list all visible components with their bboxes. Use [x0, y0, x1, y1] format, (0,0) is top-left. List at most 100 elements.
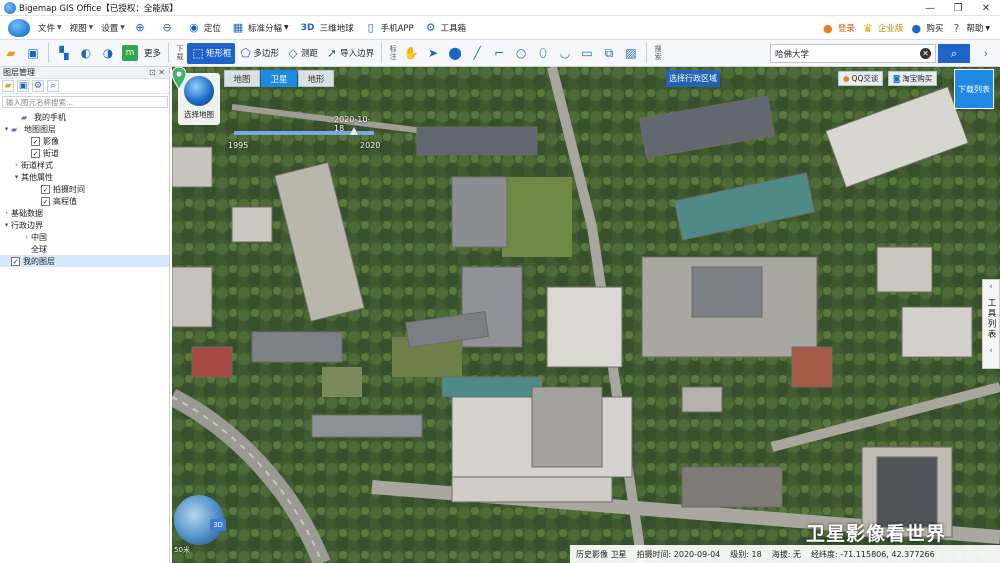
chevron-down-icon: ▼	[985, 24, 990, 32]
save-button[interactable]: ▣	[22, 43, 44, 64]
marker-tool[interactable]: ⬤	[444, 43, 466, 64]
folder-add-icon[interactable]: ▰	[2, 80, 14, 92]
mark-group-label: 标注	[389, 45, 397, 61]
standard-sheet-button[interactable]: ▦ 标准分幅 ▼	[231, 21, 289, 35]
layer-tree-item[interactable]: ▾ ▰ 地图图层	[0, 123, 169, 135]
search-input[interactable]: 哈佛大学 ✕	[770, 44, 936, 63]
map-pin-icon[interactable]	[172, 67, 186, 89]
toolbox-button[interactable]: ⚙ 工具箱	[424, 21, 466, 35]
history-timeline: 2020-10-18 1995 2020	[226, 111, 380, 155]
layer-tree-item[interactable]: ✓ 拍摄时间	[0, 183, 169, 195]
image-tool[interactable]: ▨	[620, 43, 642, 64]
chevron-left-icon[interactable]: ‹	[989, 346, 993, 356]
close-button[interactable]: ✕	[972, 0, 1000, 16]
tab-map[interactable]: 地图	[224, 70, 260, 87]
circle-tool[interactable]: ○	[510, 43, 532, 64]
layer-search-input[interactable]: 输入图元名称搜索...	[2, 96, 168, 108]
settings-icon[interactable]: ⚙	[32, 80, 44, 92]
open-button[interactable]: ▰	[0, 43, 22, 64]
layer-checkbox[interactable]: ✓	[31, 148, 40, 158]
menu-file[interactable]: 文件 ▼	[38, 22, 62, 34]
layer-checkbox[interactable]: ✓	[31, 136, 40, 146]
zoom-out-button[interactable]: ⊖	[160, 21, 177, 35]
layer-tree-item[interactable]: ✓ 街道	[0, 147, 169, 159]
download-list-button[interactable]: 下载列表	[954, 69, 994, 109]
toolbar-overflow-button[interactable]: ›	[976, 44, 996, 63]
tool-list-panel[interactable]: ‹ 工具列表 ‹	[982, 279, 1000, 369]
timeline-slider-handle[interactable]	[350, 127, 359, 135]
layer-tree-item[interactable]: ▾ 其他属性	[0, 171, 169, 183]
search-button[interactable]: ⌕	[938, 44, 970, 63]
layer-tool-1[interactable]: ▚	[53, 43, 75, 64]
chevron-down-icon[interactable]: ▾	[2, 125, 11, 133]
layer-tree-item[interactable]: › 中国	[0, 231, 169, 243]
taobao-buy-button[interactable]: ◙ 淘宝购买	[888, 71, 938, 86]
pointer-tool[interactable]: ➤	[422, 43, 444, 64]
tag-tool[interactable]: ⧉	[598, 43, 620, 64]
chevron-right-icon[interactable]: ›	[12, 161, 21, 169]
folder-icon: ▰	[11, 124, 18, 134]
help-icon: ?	[953, 21, 960, 35]
chevron-left-icon[interactable]: ‹	[989, 282, 993, 292]
panel-controls[interactable]: ⊡ ✕	[149, 68, 165, 77]
clear-search-icon[interactable]: ✕	[920, 48, 931, 59]
layer-tree-item[interactable]: ▰ 我的手机	[0, 111, 169, 123]
toolbar-divider	[381, 43, 383, 63]
rectangle-select-button[interactable]: ⬚ 矩形框	[187, 42, 235, 64]
layer-checkbox[interactable]: ✓	[41, 196, 50, 206]
layer-checkbox[interactable]: ✓	[41, 184, 50, 194]
maximize-button[interactable]: ❐	[944, 0, 972, 16]
qq-chat-button[interactable]: ● QQ交谈	[838, 71, 884, 86]
layer-tree-item[interactable]: › 基础数据	[0, 207, 169, 219]
enterprise-button[interactable]: ♛ 企业版	[861, 21, 903, 35]
layer-tree-item[interactable]: › 街道样式	[0, 159, 169, 171]
tab-satellite[interactable]: 卫星	[261, 70, 297, 87]
crown-icon: ♛	[862, 21, 873, 35]
layer-tool-3[interactable]: ◑	[97, 43, 119, 64]
ellipse-tool[interactable]: ⬯	[532, 43, 554, 64]
pan-tool[interactable]: ✋	[400, 43, 422, 64]
menu-view[interactable]: 视图 ▼	[70, 22, 94, 34]
save-icon[interactable]: ▣	[17, 80, 29, 92]
polygon-button[interactable]: ⬠ 多边形	[235, 43, 283, 64]
app-logo-icon	[4, 1, 16, 14]
help-button[interactable]: ? 帮助 ▼	[949, 21, 990, 35]
search-icon[interactable]: ⌕	[47, 80, 59, 92]
curve-tool[interactable]: ◡	[554, 43, 576, 64]
measure-distance-button[interactable]: ◇ 测距	[282, 43, 321, 64]
layer-tool-2[interactable]: ◐	[75, 43, 97, 64]
layer-tree-item[interactable]: ✓ 影像	[0, 135, 169, 147]
layer-panel-tools: ▰ ▣ ⚙ ⌕	[0, 79, 169, 94]
3d-toggle-button[interactable]: 3D	[210, 519, 226, 531]
layer-tree-item[interactable]: ▾ 行政边界	[0, 219, 169, 231]
line-tool[interactable]: ╱	[466, 43, 488, 64]
pointer-icon: ➤	[428, 46, 439, 60]
layer-tree-item[interactable]: ✓ 我的图层	[0, 255, 169, 267]
layer-tree-item[interactable]: 全球	[0, 243, 169, 255]
scale-bar: 50米	[174, 546, 190, 554]
minimize-button[interactable]: —	[916, 0, 944, 16]
import-boundary-button[interactable]: ➚ 导入边界	[321, 43, 377, 64]
rect-tool[interactable]: ▭	[576, 43, 598, 64]
chevron-right-icon[interactable]: ›	[22, 233, 31, 241]
layer-tool-4[interactable]: m	[119, 43, 141, 64]
polyline-tool[interactable]: ⌐	[488, 43, 510, 64]
3d-earth-button[interactable]: 3D 三维地球	[299, 21, 354, 35]
layer-tree-item[interactable]: ✓ 高程值	[0, 195, 169, 207]
chevron-down-icon[interactable]: ▾	[2, 221, 11, 229]
chevron-down-icon[interactable]: ▾	[12, 173, 21, 181]
zoom-in-button[interactable]: ⊕	[133, 21, 150, 35]
locate-button[interactable]: ◉ 定位	[187, 21, 221, 35]
tab-terrain[interactable]: 地形	[298, 70, 334, 87]
menu-settings[interactable]: 设置 ▼	[101, 22, 125, 34]
login-button[interactable]: ● 登录	[821, 21, 855, 35]
layer-checkbox[interactable]: ✓	[11, 256, 20, 266]
select-region-button[interactable]: 选择行政区域	[666, 70, 720, 87]
more-button[interactable]: 更多	[141, 43, 164, 64]
search-icon: ⌕	[950, 46, 958, 60]
buy-button[interactable]: ● 购买	[909, 21, 944, 35]
map-view[interactable]: 选择地图 地图 卫星 地形 2020-10-18 1995 2020 选择行政区…	[172, 67, 1000, 563]
status-elevation: 海拔: 无	[771, 549, 801, 559]
chevron-right-icon[interactable]: ›	[2, 209, 11, 217]
mobile-app-button[interactable]: ▯ 手机APP	[364, 21, 414, 35]
